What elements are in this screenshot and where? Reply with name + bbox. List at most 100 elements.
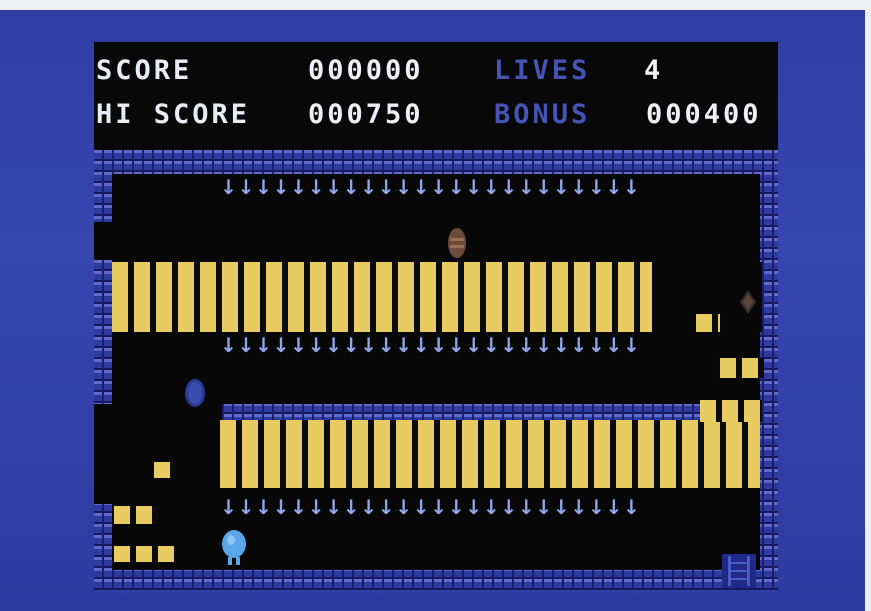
hiscore-value: 000750	[308, 99, 424, 130]
spike-row: ↓ ↓ ↓ ↓ ↓ ↓ ↓ ↓ ↓ ↓ ↓ ↓ ↓ ↓ ↓ ↓ ↓ ↓ ↓ ↓ ↓ ↓ ↓ ↓	[220, 332, 640, 358]
gold-brick-ledge	[700, 400, 762, 422]
lives-value: 4	[644, 55, 664, 86]
spike-arrow-icon: ↓	[325, 333, 342, 357]
spike-arrow-icon: ↓	[255, 333, 272, 357]
spike-arrow-icon: ↓	[360, 175, 377, 199]
spike-arrow-icon: ↓	[272, 495, 290, 519]
spike-arrow-icon: ↓	[587, 333, 605, 357]
spike-arrow-icon: ↓	[465, 333, 483, 357]
frame-edge	[0, 0, 871, 10]
spike-arrow-icon: ↓	[552, 333, 570, 357]
spike-arrow-icon: ↓	[465, 175, 483, 199]
spike-arrow-icon: ↓	[552, 495, 570, 519]
spike-arrow-icon: ↓	[220, 495, 237, 519]
spike-arrow-icon: ↓	[622, 495, 640, 519]
diamond-icon	[740, 290, 756, 314]
spike-arrow-icon: ↓	[220, 333, 237, 357]
spike-arrow-icon: ↓	[482, 495, 500, 519]
gold-brick-step	[114, 506, 158, 524]
gold-brick-platform-lower	[220, 420, 760, 488]
playfield: ↓ ↓ ↓ ↓ ↓ ↓ ↓ ↓ ↓ ↓ ↓ ↓ ↓ ↓ ↓ ↓ ↓ ↓ ↓ ↓ ↓ ↓ ↓ ↓ ↓ ↓ ↓ ↓ ↓ ↓ ↓ ↓ ↓ ↓ ↓ ↓ ↓ ↓ ↓…	[94, 150, 778, 590]
gold-brick-small	[696, 314, 720, 332]
enemy-icon	[448, 228, 466, 258]
spike-arrow-icon: ↓	[447, 175, 465, 199]
score-value: 000000	[308, 55, 424, 86]
spike-arrow-icon: ↓	[482, 333, 500, 357]
spike-arrow-icon: ↓	[395, 333, 413, 357]
spike-arrow-icon: ↓	[535, 495, 553, 519]
spike-arrow-icon: ↓	[342, 495, 360, 519]
spike-arrow-icon: ↓	[377, 175, 395, 199]
spike-arrow-icon: ↓	[482, 175, 500, 199]
spike-arrow-icon: ↓	[447, 333, 465, 357]
spike-arrow-icon: ↓	[570, 495, 588, 519]
spike-arrow-icon: ↓	[325, 175, 342, 199]
spike-arrow-icon: ↓	[622, 333, 640, 357]
spike-arrow-icon: ↓	[360, 495, 377, 519]
spike-arrow-icon: ↓	[255, 175, 272, 199]
gold-brick-platform-upper	[112, 262, 652, 332]
spike-arrow-icon: ↓	[272, 333, 290, 357]
gold-brick-step	[114, 546, 176, 562]
spike-arrow-icon: ↓	[517, 495, 535, 519]
spike-arrow-icon: ↓	[535, 333, 553, 357]
spike-arrow-icon: ↓	[255, 495, 272, 519]
spike-arrow-icon: ↓	[570, 333, 588, 357]
spike-arrow-icon: ↓	[465, 495, 483, 519]
spike-arrow-icon: ↓	[500, 175, 518, 199]
spike-arrow-icon: ↓	[500, 495, 518, 519]
spike-arrow-icon: ↓	[237, 333, 255, 357]
cavern-left-notch	[94, 222, 124, 260]
spike-arrow-icon: ↓	[622, 175, 640, 199]
spike-arrow-icon: ↓	[517, 333, 535, 357]
spike-arrow-icon: ↓	[552, 175, 570, 199]
spike-arrow-icon: ↓	[395, 495, 413, 519]
spike-arrow-icon: ↓	[500, 333, 518, 357]
exit-ladder-icon	[722, 554, 756, 588]
spike-arrow-icon: ↓	[377, 495, 395, 519]
spike-arrow-icon: ↓	[290, 333, 307, 357]
gold-brick-step	[720, 358, 764, 378]
spike-arrow-icon: ↓	[412, 495, 430, 519]
hud-panel: SCORE 000000 LIVES 4 HI SCORE 000750 BON…	[94, 42, 778, 154]
spike-arrow-icon: ↓	[447, 495, 465, 519]
spike-row: ↓ ↓ ↓ ↓ ↓ ↓ ↓ ↓ ↓ ↓ ↓ ↓ ↓ ↓ ↓ ↓ ↓ ↓ ↓ ↓ ↓ ↓ ↓ ↓	[220, 174, 640, 200]
score-label: SCORE	[96, 55, 193, 86]
spike-arrow-icon: ↓	[290, 495, 307, 519]
spike-arrow-icon: ↓	[360, 333, 377, 357]
spike-arrow-icon: ↓	[430, 175, 448, 199]
spike-arrow-icon: ↓	[307, 175, 325, 199]
spike-arrow-icon: ↓	[342, 175, 360, 199]
lives-label: LIVES	[494, 55, 591, 86]
spike-arrow-icon: ↓	[307, 495, 325, 519]
bonus-value: 000400	[646, 99, 762, 130]
spike-arrow-icon: ↓	[517, 175, 535, 199]
spike-arrow-icon: ↓	[605, 495, 623, 519]
spike-arrow-icon: ↓	[272, 175, 290, 199]
spike-arrow-icon: ↓	[377, 333, 395, 357]
spike-arrow-icon: ↓	[430, 495, 448, 519]
spike-arrow-icon: ↓	[237, 175, 255, 199]
spike-row: ↓ ↓ ↓ ↓ ↓ ↓ ↓ ↓ ↓ ↓ ↓ ↓ ↓ ↓ ↓ ↓ ↓ ↓ ↓ ↓ ↓ ↓ ↓ ↓	[220, 494, 640, 520]
spike-arrow-icon: ↓	[395, 175, 413, 199]
spike-arrow-icon: ↓	[605, 333, 623, 357]
bonus-label: BONUS	[494, 99, 591, 130]
spike-arrow-icon: ↓	[290, 175, 307, 199]
spike-arrow-icon: ↓	[325, 495, 342, 519]
spike-arrow-icon: ↓	[342, 333, 360, 357]
spike-arrow-icon: ↓	[570, 175, 588, 199]
spike-arrow-icon: ↓	[237, 495, 255, 519]
egg-icon	[185, 379, 205, 407]
player-icon	[222, 530, 246, 565]
spike-arrow-icon: ↓	[535, 175, 553, 199]
spike-arrow-icon: ↓	[412, 333, 430, 357]
gold-brick-small	[154, 462, 176, 478]
hiscore-label: HI SCORE	[96, 99, 251, 130]
spike-arrow-icon: ↓	[307, 333, 325, 357]
spike-arrow-icon: ↓	[587, 495, 605, 519]
spike-arrow-icon: ↓	[430, 333, 448, 357]
spike-arrow-icon: ↓	[412, 175, 430, 199]
spike-arrow-icon: ↓	[220, 175, 237, 199]
spike-arrow-icon: ↓	[587, 175, 605, 199]
frame-edge	[865, 0, 871, 611]
